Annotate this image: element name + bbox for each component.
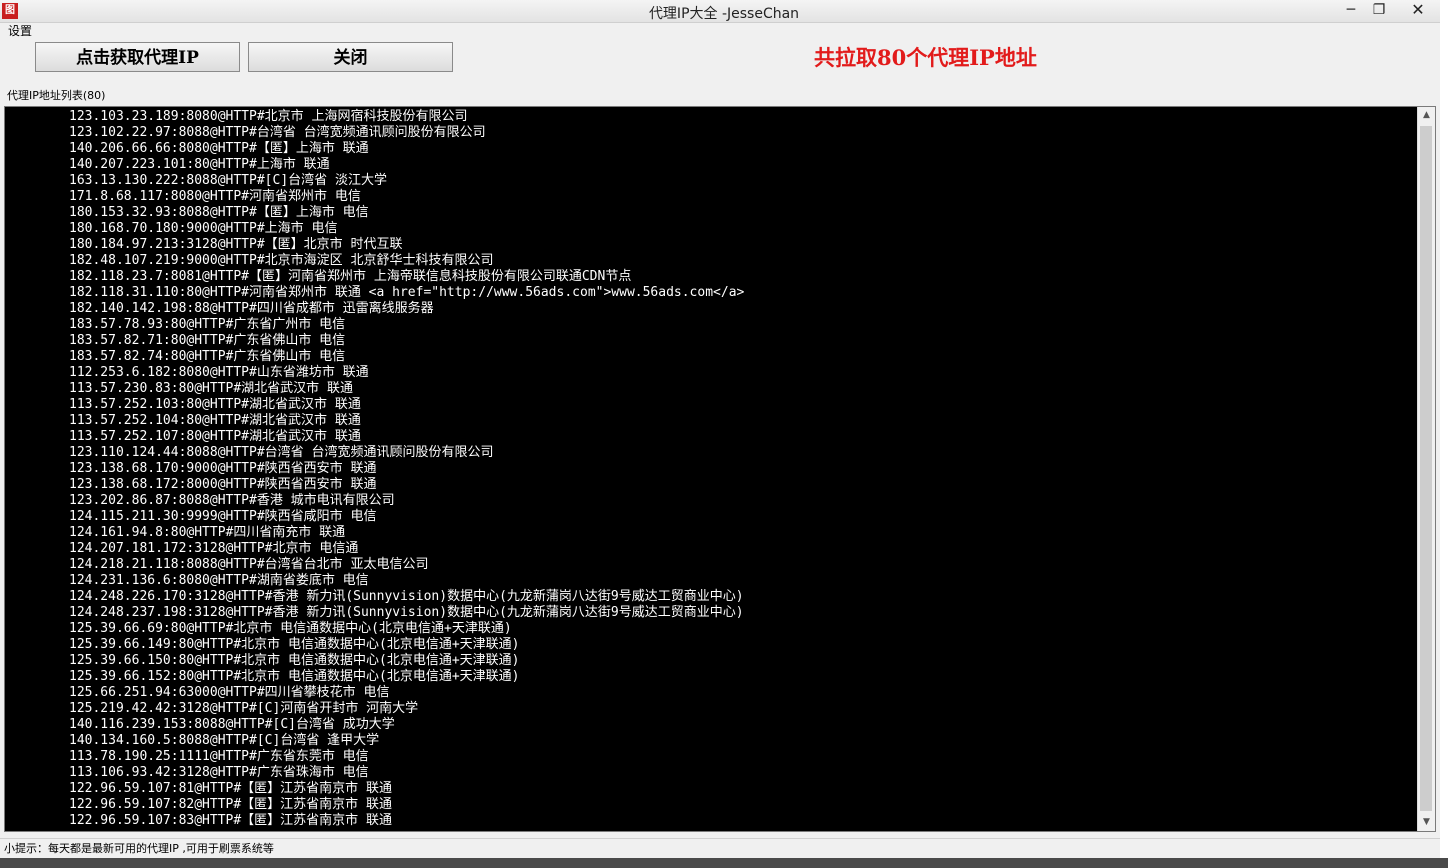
proxy-list-item[interactable]: 113.78.190.25:1111@HTTP#广东省东莞市 电信 [69,749,744,765]
proxy-list-item[interactable]: 122.96.59.107:83@HTTP#【匿】江苏省南京市 联通 [69,813,744,829]
proxy-list-group-label: 代理IP地址列表(80) [7,89,106,102]
proxy-list-item[interactable]: 124.231.136.6:8080@HTTP#湖南省娄底市 电信 [69,573,744,589]
proxy-list-item[interactable]: 124.207.181.172:3128@HTTP#北京市 电信通 [69,541,744,557]
proxy-list-item[interactable]: 112.253.6.182:8080@HTTP#山东省潍坊市 联通 [69,365,744,381]
proxy-list-item[interactable]: 182.118.31.110:80@HTTP#河南省郑州市 联通 <a href… [69,285,744,301]
proxy-list-item[interactable]: 183.57.78.93:80@HTTP#广东省广州市 电信 [69,317,744,333]
minimize-button[interactable]: ─ [1336,0,1366,20]
proxy-list-item[interactable]: 124.115.211.30:9999@HTTP#陕西省咸阳市 电信 [69,509,744,525]
proxy-list-item[interactable]: 125.66.251.94:63000@HTTP#四川省攀枝花市 电信 [69,685,744,701]
scroll-thumb[interactable] [1420,126,1432,811]
proxy-list-item[interactable]: 124.161.94.8:80@HTTP#四川省南充市 联通 [69,525,744,541]
proxy-list-item[interactable]: 124.248.237.198:3128@HTTP#香港 新力讯(Sunnyvi… [69,605,744,621]
status-bar: 小提示：每天都是最新可用的代理IP ,可用于刷票系统等 [0,838,1448,858]
proxy-list-item[interactable]: 113.57.252.103:80@HTTP#湖北省武汉市 联通 [69,397,744,413]
close-button[interactable]: 关闭 [248,42,453,72]
proxy-list-item[interactable]: 123.202.86.87:8088@HTTP#香港 城市电讯有限公司 [69,493,744,509]
proxy-list-item[interactable]: 171.8.68.117:8080@HTTP#河南省郑州市 电信 [69,189,744,205]
proxy-list-item[interactable]: 122.96.59.107:82@HTTP#【匿】江苏省南京市 联通 [69,797,744,813]
scroll-down-arrow-icon[interactable]: ▼ [1418,814,1435,831]
proxy-list-item[interactable]: 113.57.252.107:80@HTTP#湖北省武汉市 联通 [69,429,744,445]
proxy-list-item[interactable]: 123.138.68.170:9000@HTTP#陕西省西安市 联通 [69,461,744,477]
close-window-button[interactable]: ✕ [1396,0,1440,20]
maximize-button[interactable]: ❐ [1364,0,1394,20]
proxy-list-item[interactable]: 182.118.23.7:8081@HTTP#【匿】河南省郑州市 上海帝联信息科… [69,269,744,285]
taskbar [0,858,1448,868]
title-bar: 图 代理IP大全 -JesseChan ─ ❐ ✕ [0,0,1448,23]
vertical-scrollbar[interactable]: ▲ ▼ [1417,107,1435,831]
proxy-list-item[interactable]: 180.184.97.213:3128@HTTP#【匿】北京市 时代互联 [69,237,744,253]
proxy-list-item[interactable]: 125.39.66.152:80@HTTP#北京市 电信通数据中心(北京电信通+… [69,669,744,685]
proxy-list-item[interactable]: 140.206.66.66:8080@HTTP#【匿】上海市 联通 [69,141,744,157]
proxy-list-item[interactable]: 122.96.59.107:81@HTTP#【匿】江苏省南京市 联通 [69,781,744,797]
proxy-list-item[interactable]: 124.218.21.118:8088@HTTP#台湾省台北市 亚太电信公司 [69,557,744,573]
proxy-list-item[interactable]: 123.102.22.97:8088@HTTP#台湾省 台湾宽频通讯顾问股份有限… [69,125,744,141]
proxy-list-item[interactable]: 113.106.93.42:3128@HTTP#广东省珠海市 电信 [69,765,744,781]
proxy-list-box[interactable]: 123.103.23.189:8080@HTTP#北京市 上海网宿科技股份有限公… [4,106,1436,832]
proxy-list-item[interactable]: 125.39.66.69:80@HTTP#北京市 电信通数据中心(北京电信通+天… [69,621,744,637]
proxy-list-item[interactable]: 113.57.230.83:80@HTTP#湖北省武汉市 联通 [69,381,744,397]
proxy-list-item[interactable]: 182.48.107.219:9000@HTTP#北京市海淀区 北京舒华士科技有… [69,253,744,269]
window-edge [1440,0,1448,858]
proxy-count-label: 共拉取80个代理IP地址 [814,45,1037,70]
proxy-list-item[interactable]: 183.57.82.71:80@HTTP#广东省佛山市 电信 [69,333,744,349]
proxy-list-item[interactable]: 125.39.66.149:80@HTTP#北京市 电信通数据中心(北京电信通+… [69,637,744,653]
proxy-list-item[interactable]: 140.207.223.101:80@HTTP#上海市 联通 [69,157,744,173]
scroll-up-arrow-icon[interactable]: ▲ [1418,107,1435,124]
menu-settings[interactable]: 设置 [8,22,32,39]
proxy-list-item[interactable]: 123.138.68.172:8000@HTTP#陕西省西安市 联通 [69,477,744,493]
proxy-list-item[interactable]: 125.219.42.42:3128@HTTP#[C]河南省开封市 河南大学 [69,701,744,717]
proxy-list-item[interactable]: 123.103.23.189:8080@HTTP#北京市 上海网宿科技股份有限公… [69,109,744,125]
proxy-list-item[interactable]: 180.168.70.180:9000@HTTP#上海市 电信 [69,221,744,237]
proxy-list-item[interactable]: 140.116.239.153:8088@HTTP#[C]台湾省 成功大学 [69,717,744,733]
proxy-list-item[interactable]: 182.140.142.198:88@HTTP#四川省成都市 迅雷离线服务器 [69,301,744,317]
proxy-list-item[interactable]: 124.248.226.170:3128@HTTP#香港 新力讯(Sunnyvi… [69,589,744,605]
window-title: 代理IP大全 -JesseChan [648,6,800,22]
proxy-list: 123.103.23.189:8080@HTTP#北京市 上海网宿科技股份有限公… [69,109,744,829]
proxy-list-item[interactable]: 163.13.130.222:8088@HTTP#[C]台湾省 淡江大学 [69,173,744,189]
proxy-list-item[interactable]: 140.134.160.5:8088@HTTP#[C]台湾省 逢甲大学 [69,733,744,749]
proxy-list-item[interactable]: 113.57.252.104:80@HTTP#湖北省武汉市 联通 [69,413,744,429]
proxy-list-item[interactable]: 123.110.124.44:8088@HTTP#台湾省 台湾宽频通讯顾问股份有… [69,445,744,461]
proxy-list-item[interactable]: 125.39.66.150:80@HTTP#北京市 电信通数据中心(北京电信通+… [69,653,744,669]
proxy-list-item[interactable]: 180.153.32.93:8088@HTTP#【匿】上海市 电信 [69,205,744,221]
fetch-proxy-button[interactable]: 点击获取代理IP [35,42,240,72]
proxy-list-item[interactable]: 183.57.82.74:80@HTTP#广东省佛山市 电信 [69,349,744,365]
